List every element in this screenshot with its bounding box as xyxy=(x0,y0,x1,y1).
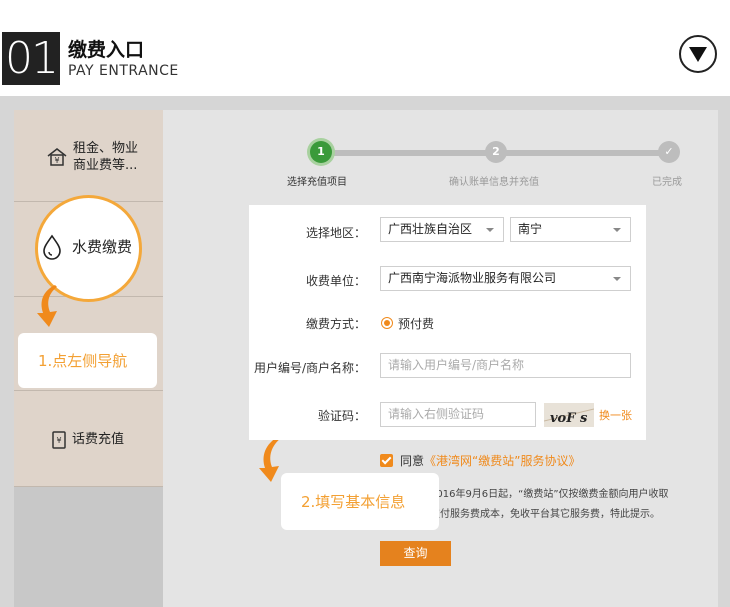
section-title: 缴费入口 xyxy=(68,39,145,61)
water-drop-icon xyxy=(43,234,61,260)
prepaid-radio[interactable] xyxy=(381,317,393,329)
captcha-image[interactable]: voF s xyxy=(544,403,594,427)
step-1-circle: 1 xyxy=(310,141,332,163)
house-yen-icon: ¥ xyxy=(47,148,67,166)
chevron-down-icon xyxy=(613,277,621,281)
query-button[interactable]: 查询 xyxy=(380,541,451,566)
progress-steps: 1 2 ✓ 选择充值项目 确认账单信息并充值 已完成 xyxy=(280,138,710,188)
step-1-label: 选择充值项目 xyxy=(287,177,347,188)
payee-label: 收费单位： xyxy=(305,274,366,288)
step-2-circle: 2 xyxy=(485,141,507,163)
captcha-text: voF s xyxy=(550,411,588,426)
sidebar-item-label: 话费充值 xyxy=(72,432,125,447)
agreement-link[interactable]: 《港湾网“缴费站”服务协议》 xyxy=(424,454,580,468)
fee-notice: 2016年9月6日起，“缴费站”仅按缴费金额向用户收取 支付服务费成本，免收平台… xyxy=(430,485,669,525)
step-2-label: 确认账单信息并充值 xyxy=(449,177,539,188)
collapse-toggle-button[interactable] xyxy=(679,35,717,73)
method-label: 缴费方式： xyxy=(305,317,366,331)
method-value: 预付费 xyxy=(398,317,435,331)
payment-form: 选择地区： 广西壮族自治区 南宁 收费单位： 广西南宁海派物业服务有限公司 缴费… xyxy=(249,205,646,440)
captcha-label: 验证码： xyxy=(317,409,366,423)
step-3-circle: ✓ xyxy=(658,141,680,163)
fee-notice-line: 支付服务费成本，免收平台其它服务费，特此提示。 xyxy=(430,509,660,520)
curved-arrow-icon xyxy=(37,285,57,327)
section-number: 01 xyxy=(2,32,60,85)
triangle-down-icon xyxy=(689,47,707,62)
sidebar-item-label: 租金、物业 xyxy=(73,141,139,156)
section-header: 01 缴费入口 PAY ENTRANCE xyxy=(0,0,730,96)
account-input[interactable]: 请输入用户编号/商户名称 xyxy=(380,353,631,378)
account-label: 用户编号/商户名称： xyxy=(253,361,366,375)
captcha-input[interactable]: 请输入右侧验证码 xyxy=(380,402,536,427)
svg-text:¥: ¥ xyxy=(56,436,61,445)
section-subtitle: PAY ENTRANCE xyxy=(68,63,179,79)
agreement-checkbox[interactable] xyxy=(380,454,393,467)
sidebar-item-rent[interactable]: ¥ 租金、物业 商业费等... xyxy=(14,110,163,202)
step-3-label: 已完成 xyxy=(652,177,682,188)
step-connector xyxy=(507,150,667,156)
payee-value: 广西南宁海派物业服务有限公司 xyxy=(388,271,557,285)
fee-notice-line: 2016年9月6日起，“缴费站”仅按缴费金额向用户收取 xyxy=(430,489,669,500)
province-value: 广西壮族自治区 xyxy=(388,222,473,236)
refresh-captcha-link[interactable]: 换一张 xyxy=(599,407,632,423)
phone-yen-icon: ¥ xyxy=(52,431,66,449)
region-label: 选择地区： xyxy=(305,226,366,240)
payee-select[interactable]: 广西南宁海派物业服务有限公司 xyxy=(380,266,631,291)
chevron-down-icon xyxy=(613,228,621,232)
svg-text:¥: ¥ xyxy=(54,156,59,165)
sidebar-item-label: 商业费等... xyxy=(73,158,138,173)
nav-tip: 1.点左侧导航 xyxy=(18,333,157,388)
sidebar-item-phone[interactable]: ¥ 话费充值 xyxy=(14,391,163,487)
agreement-prefix: 同意 xyxy=(400,454,425,468)
chevron-down-icon xyxy=(486,228,494,232)
fill-tip: 2.填写基本信息 xyxy=(281,473,439,530)
province-select[interactable]: 广西壮族自治区 xyxy=(380,217,504,242)
captcha-graphic: voF s xyxy=(544,408,594,426)
city-value: 南宁 xyxy=(518,222,543,236)
city-select[interactable]: 南宁 xyxy=(510,217,631,242)
fill-tip-text: 2.填写基本信息 xyxy=(301,493,406,511)
nav-tip-text: 1.点左侧导航 xyxy=(38,352,128,370)
agreement-row: 同意《港湾网“缴费站”服务协议》 xyxy=(380,452,580,469)
water-label: 水费缴费 xyxy=(72,238,133,256)
